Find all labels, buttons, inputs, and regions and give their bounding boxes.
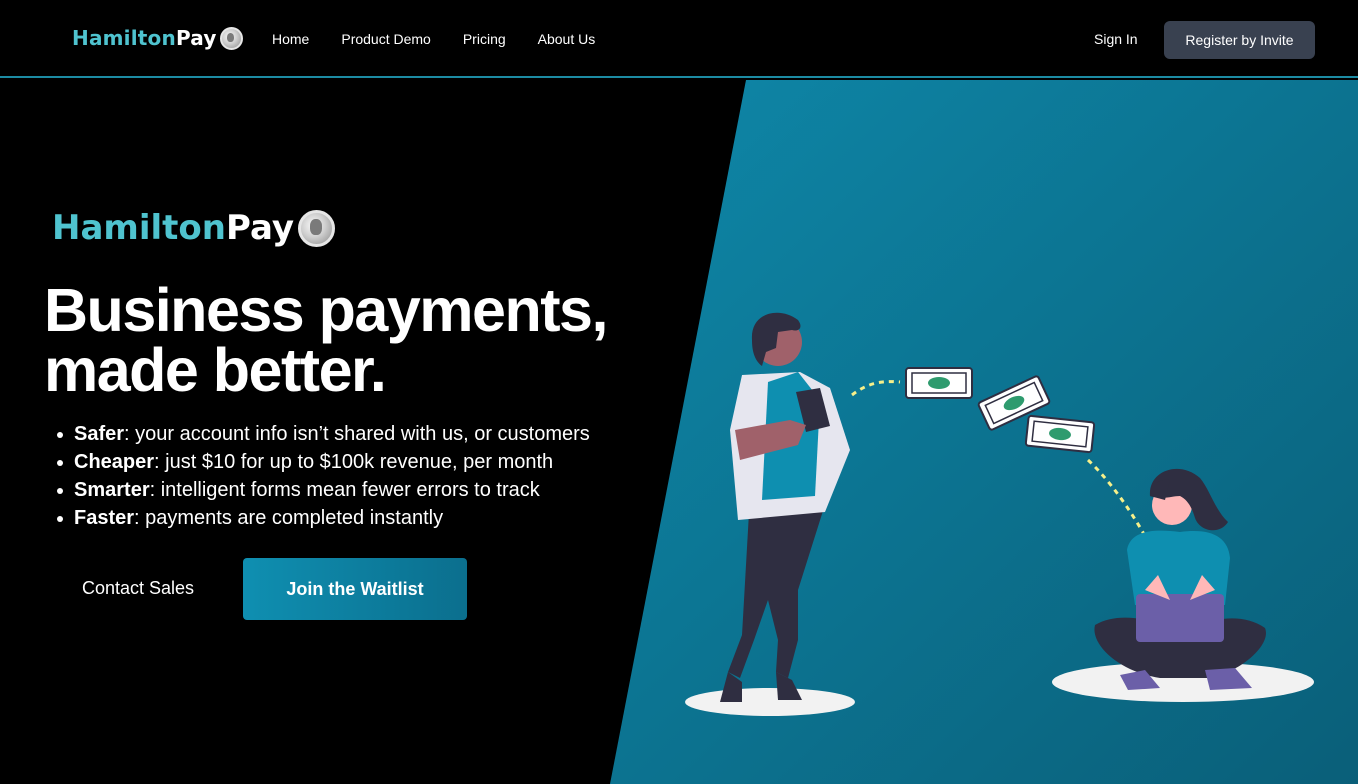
- list-item: Smarter: intelligent forms mean fewer er…: [57, 476, 590, 504]
- feature-list: Safer: your account info isn’t shared wi…: [57, 420, 590, 532]
- list-item: Cheaper: just $10 for up to $100k revenu…: [57, 448, 590, 476]
- nav-links: Home Product Demo Pricing About Us: [272, 31, 627, 47]
- feature-title: Smarter: [74, 479, 150, 501]
- coin-logo-icon: [219, 26, 243, 50]
- coin-logo-icon: [298, 209, 336, 247]
- logo-text-hamilton: Hamilton: [72, 26, 176, 50]
- sign-in-link[interactable]: Sign In: [1094, 31, 1138, 47]
- nav-link-about-us[interactable]: About Us: [538, 31, 596, 47]
- headline-line-2: made better.: [44, 336, 387, 404]
- man-figure: [720, 312, 850, 702]
- join-waitlist-button[interactable]: Join the Waitlist: [243, 558, 467, 620]
- list-item: Faster: payments are completed instantly: [57, 504, 590, 532]
- feature-title: Safer: [74, 423, 125, 445]
- top-navbar: Hamilton Pay Home Product Demo Pricing Ab…: [0, 0, 1358, 78]
- feature-text: : intelligent forms mean fewer errors to…: [149, 479, 540, 501]
- feature-title: Faster: [74, 507, 135, 529]
- nav-link-home[interactable]: Home: [272, 31, 309, 47]
- payment-illustration: [685, 312, 1314, 716]
- nav-link-product-demo[interactable]: Product Demo: [341, 31, 430, 47]
- hero-headline: Business payments, made better.: [44, 280, 664, 401]
- logo-text-pay: Pay: [175, 26, 217, 50]
- feature-text: : payments are completed instantly: [134, 507, 444, 529]
- cash-bill-icon: [1024, 414, 1096, 454]
- nav-logo[interactable]: Hamilton Pay: [72, 26, 243, 50]
- cash-bill-icon: [905, 367, 973, 399]
- ground-shadow: [685, 688, 855, 716]
- nav-link-pricing[interactable]: Pricing: [463, 31, 506, 47]
- hero-logo-text-hamilton: Hamilton: [52, 208, 226, 248]
- headline-line-1: Business payments,: [44, 276, 608, 344]
- feature-title: Cheaper: [74, 451, 155, 473]
- list-item: Safer: your account info isn’t shared wi…: [57, 420, 590, 448]
- register-by-invite-button[interactable]: Register by Invite: [1164, 21, 1315, 59]
- money-flow-arc: [851, 380, 901, 397]
- feature-text: : just $10 for up to $100k revenue, per …: [154, 451, 554, 473]
- hero-logo-text-pay: Pay: [225, 208, 295, 248]
- feature-text: : your account info isn’t shared with us…: [124, 423, 590, 445]
- woman-figure: [1094, 468, 1266, 690]
- contact-sales-link[interactable]: Contact Sales: [82, 578, 194, 599]
- hero-logo: Hamilton Pay: [52, 208, 336, 248]
